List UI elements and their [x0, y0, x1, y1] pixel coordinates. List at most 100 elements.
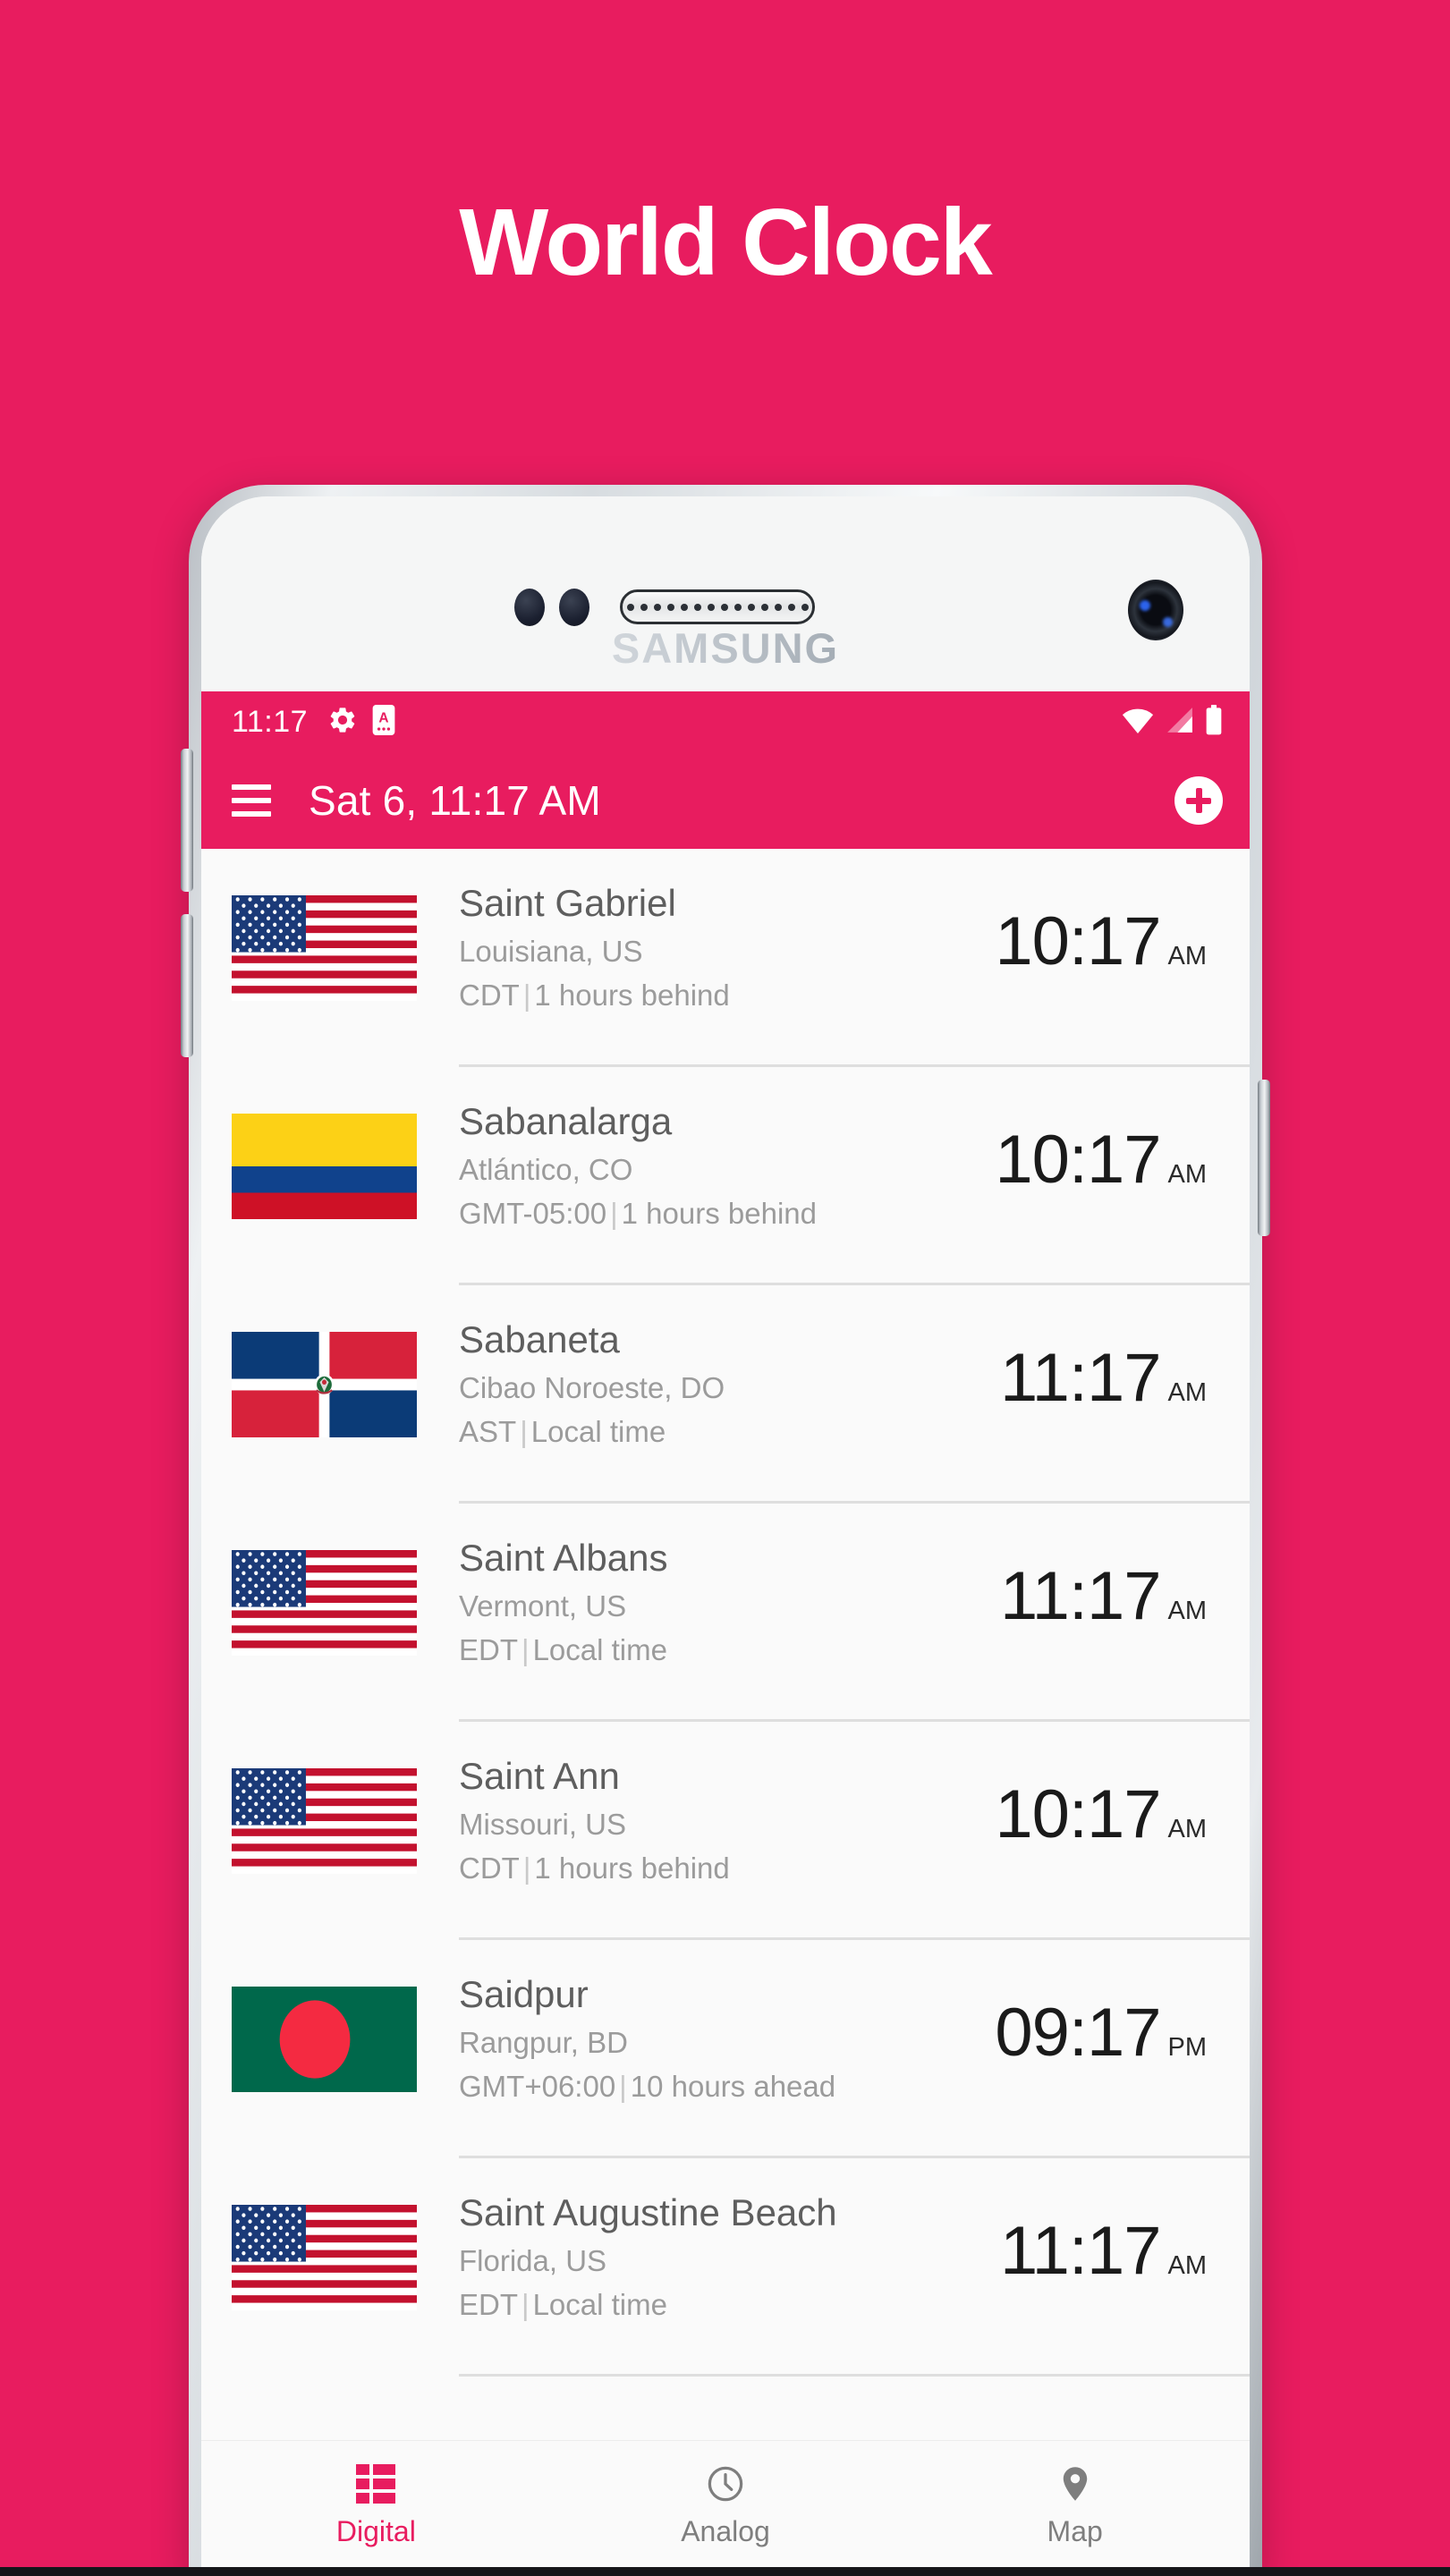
timezone-separator: | [610, 1196, 618, 1230]
a-badge-icon: A [372, 704, 395, 740]
time-value: 09:17 [995, 1995, 1161, 2071]
hamburger-menu-icon[interactable] [232, 784, 271, 817]
clock-row-info: Saint Ann Missouri, US CDT | 1 hours behind [421, 1754, 995, 1885]
region-name: Florida, US [459, 2244, 607, 2278]
earpiece-speaker-icon [620, 589, 815, 624]
clock-time: 10:17 AM [995, 1099, 1219, 1199]
clock-time: 11:17 AM [1000, 2190, 1219, 2290]
nav-tab-map[interactable]: Map [900, 2463, 1250, 2548]
timezone-separator: | [521, 1632, 530, 1666]
offset-note: Local time [532, 1632, 667, 1666]
phone-top-bezel: SAMSUNG [201, 496, 1250, 691]
us-flag [232, 2205, 417, 2310]
clock-time: 11:17 AM [1000, 1318, 1219, 1417]
signal-icon [1165, 706, 1195, 739]
clock-time: 09:17 PM [995, 1972, 1219, 2072]
colombia-flag [232, 1114, 417, 1219]
clock-row[interactable]: Saint Augustine Beach Florida, US EDT | Loca… [201, 2158, 1250, 2377]
timezone-line: GMT-05:00 | 1 hours behind [459, 1196, 995, 1232]
nav-label-analog: Analog [681, 2515, 770, 2547]
timezone-line: EDT | Local time [459, 1632, 1000, 1668]
time-meridiem: AM [1167, 1378, 1208, 1407]
phone-mockup: SAMSUNG 11:17 A Sat 6, 11:17 AM Saint Ga… [181, 485, 1270, 2576]
timezone-abbr: CDT [459, 1851, 520, 1885]
clock-time: 11:17 AM [1000, 1536, 1219, 1635]
nav-label-digital: Digital [335, 2515, 416, 2547]
time-value: 11:17 [999, 1558, 1162, 1634]
region-name: Rangpur, BD [459, 2026, 628, 2060]
clock-row-info: Saint Albans Vermont, US EDT | Local time [421, 1536, 1000, 1667]
region-name: Louisiana, US [459, 935, 643, 969]
timezone-abbr: AST [459, 1414, 517, 1448]
offset-note: 1 hours behind [621, 1196, 817, 1230]
clock-time: 10:17 AM [995, 1754, 1219, 1853]
city-name: Sabanalarga [459, 1100, 673, 1142]
add-clock-button[interactable] [1174, 776, 1223, 825]
svg-text:A: A [378, 710, 388, 725]
list-grid-icon [356, 2463, 396, 2504]
city-name: Saint Gabriel [459, 882, 676, 924]
region-name: Cibao Noroeste, DO [459, 1371, 725, 1405]
timezone-line: CDT | 1 hours behind [459, 978, 995, 1013]
status-bar-clock: 11:17 [232, 704, 309, 739]
city-name: Saint Augustine Beach [459, 2191, 837, 2233]
screenshot-bottom-edge [0, 2567, 1450, 2576]
time-meridiem: AM [1167, 1597, 1208, 1625]
row-divider [459, 2374, 1250, 2377]
page-title: World Clock [459, 190, 992, 295]
volume-up-button[interactable] [181, 749, 193, 892]
flag-icon-wrap [232, 2190, 421, 2310]
time-value: 10:17 [995, 1122, 1161, 1198]
timezone-separator: | [521, 2287, 530, 2321]
app-bar-title: Sat 6, 11:17 AM [309, 777, 601, 824]
clock-row[interactable]: Saint Ann Missouri, US CDT | 1 hours behind 1… [201, 1722, 1250, 1940]
clock-row-info: Saidpur Rangpur, BD GMT+06:00 | 10 hours ahe… [421, 1972, 995, 2104]
android-status-bar: 11:17 A [201, 691, 1250, 752]
flag-icon-wrap [232, 1099, 421, 1219]
time-meridiem: AM [1167, 2251, 1208, 2280]
clock-row[interactable]: Saint Albans Vermont, US EDT | Local time 11:… [201, 1504, 1250, 1722]
city-name: Sabaneta [459, 1318, 620, 1360]
light-sensor-icon [559, 589, 589, 626]
clock-row[interactable]: Sabaneta Cibao Noroeste, DO AST | Local time… [201, 1285, 1250, 1504]
clock-row[interactable]: Sabanalarga Atlántico, CO GMT-05:00 | 1 hour… [201, 1067, 1250, 1285]
time-value: 10:17 [995, 903, 1161, 979]
timezone-abbr: EDT [459, 2287, 518, 2321]
proximity-sensor-icon [514, 589, 545, 626]
timezone-abbr: GMT-05:00 [459, 1196, 607, 1230]
offset-note: 1 hours behind [534, 978, 730, 1012]
city-name: Saint Albans [459, 1537, 668, 1579]
phone-body: SAMSUNG 11:17 A Sat 6, 11:17 AM Saint Ga… [201, 496, 1250, 2576]
clock-row-info: Saint Gabriel Louisiana, US CDT | 1 hours be… [421, 881, 995, 1013]
clock-time: 10:17 AM [995, 881, 1219, 980]
time-meridiem: AM [1167, 1160, 1208, 1189]
offset-note: Local time [530, 1414, 666, 1448]
map-pin-icon [1055, 2463, 1096, 2504]
us-flag [232, 1768, 417, 1874]
time-meridiem: AM [1167, 1815, 1208, 1843]
clock-row[interactable]: Saidpur Rangpur, BD GMT+06:00 | 10 hours ahe… [201, 1940, 1250, 2158]
region-name: Atlántico, CO [459, 1153, 633, 1187]
battery-icon [1205, 704, 1223, 740]
bangladesh-flag [232, 1987, 417, 2092]
nav-tab-analog[interactable]: Analog [551, 2463, 901, 2548]
timezone-separator: | [520, 1414, 528, 1448]
power-button[interactable] [1258, 1080, 1270, 1236]
timezone-line: EDT | Local time [459, 2287, 1000, 2323]
time-value: 11:17 [999, 2213, 1162, 2289]
time-meridiem: PM [1167, 2033, 1208, 2062]
clock-row[interactable]: Saint Gabriel Louisiana, US CDT | 1 hours be… [201, 849, 1250, 1067]
volume-down-button[interactable] [181, 914, 193, 1057]
timezone-line: CDT | 1 hours behind [459, 1851, 995, 1886]
clock-icon [705, 2463, 746, 2504]
dominican-republic-flag [232, 1332, 417, 1437]
clock-list[interactable]: Saint Gabriel Louisiana, US CDT | 1 hours be… [201, 849, 1250, 2377]
us-flag [232, 895, 417, 1001]
flag-icon-wrap [232, 1972, 421, 2092]
timezone-separator: | [619, 2069, 627, 2103]
timezone-abbr: CDT [459, 978, 520, 1012]
city-name: Saidpur [459, 1973, 589, 2015]
flag-icon-wrap [232, 881, 421, 1001]
nav-tab-digital[interactable]: Digital [201, 2463, 551, 2548]
time-value: 11:17 [999, 1340, 1162, 1416]
